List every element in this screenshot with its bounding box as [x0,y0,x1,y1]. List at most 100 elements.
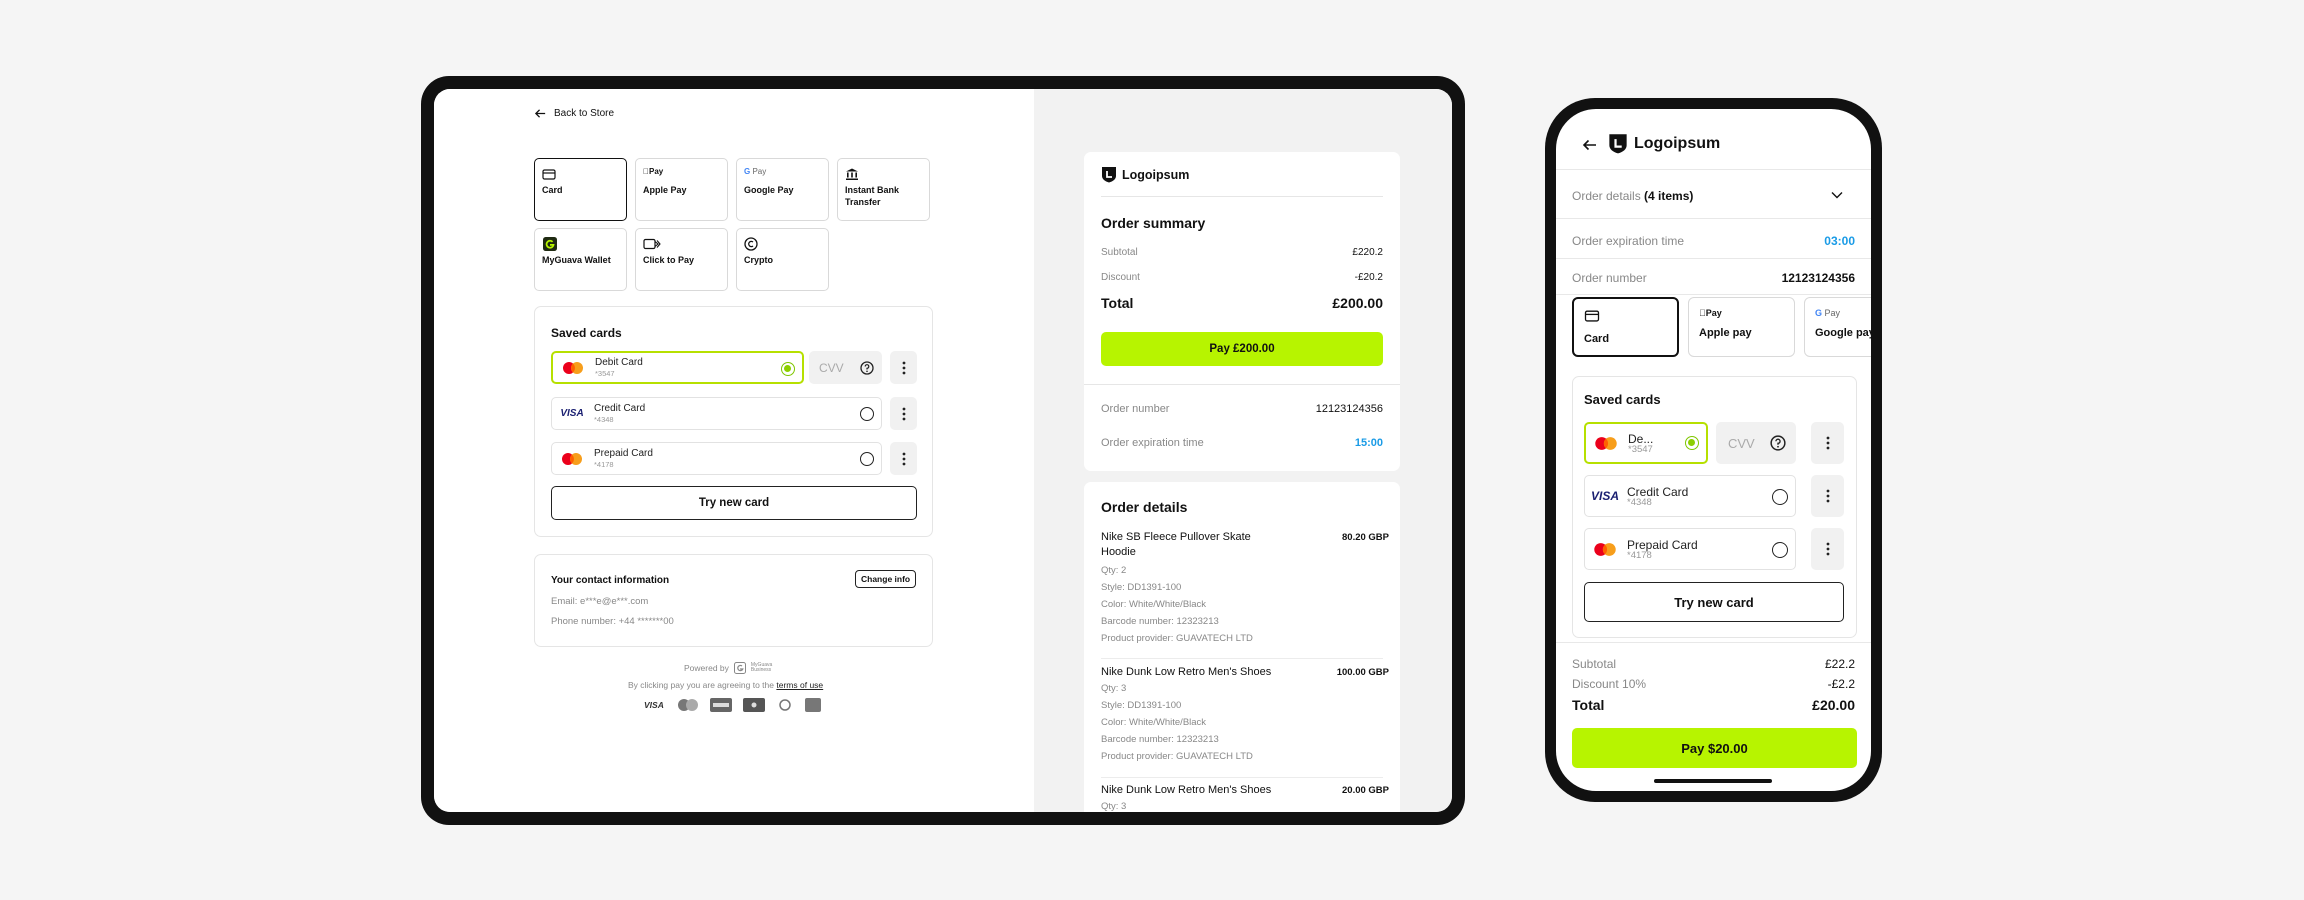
try-new-card-button[interactable]: Try new card [551,486,917,520]
card-number: *4178 [1627,549,1652,561]
card-menu-button[interactable] [1811,475,1844,517]
divider [1101,658,1383,659]
method-myguava-wallet[interactable]: MyGuava Wallet [534,228,627,291]
help-icon[interactable] [1770,435,1786,451]
phone-screen: Logoipsum Order details (4 items) Order … [1556,109,1871,791]
contact-phone: Phone number: +44 *******00 [551,616,674,627]
divider [1101,777,1383,778]
total-value: £200.00 [1332,295,1383,311]
method-card[interactable]: Card [534,158,627,221]
card-name: Debit Card [595,357,643,368]
myguava-business-icon [733,662,746,674]
card-menu-button[interactable] [890,397,917,430]
discover-icon [743,698,765,712]
myguava-icon [543,237,557,251]
card-menu-button[interactable] [1811,422,1844,464]
card-radio[interactable] [860,407,874,421]
change-info-button[interactable]: Change info [855,570,917,588]
mastercard-icon [561,361,585,375]
card-radio-selected[interactable] [781,362,795,376]
item-price: 100.00 GBP [1336,667,1389,678]
item-qty: Qty: 3 [1101,801,1127,812]
subtotal-row: Subtotal £220.2 [1101,247,1383,258]
order-right-pane: Logoipsum Order summary Subtotal £220.2 D… [1034,89,1452,812]
method-apple-pay[interactable]: Pay Apple pay [1688,297,1795,357]
cvv-placeholder: CVV [1728,435,1755,451]
method-label: MyGuava Wallet [542,255,611,265]
powered-brand-2: Business [750,667,772,673]
card-radio[interactable] [1772,489,1788,505]
contact-email: Email: e***e@e***.com [551,596,649,607]
total-row: Total £200.00 [1101,295,1383,311]
cvv-placeholder: CVV [819,360,844,375]
card-menu-button[interactable] [890,351,917,384]
card-menu-button[interactable] [1811,528,1844,570]
google-pay-icon: G Pay [744,167,767,176]
item-qty: Qty: 3 [1101,683,1127,694]
method-click-to-pay[interactable]: Click to Pay [635,228,728,291]
card-radio[interactable] [1772,542,1788,558]
terms-link[interactable]: terms of use [776,680,823,690]
order-number-row: Order number 12123124356 [1101,403,1383,415]
item-barcode: Barcode number: 12323213 [1101,616,1219,627]
more-vertical-icon [902,361,905,374]
subtotal-label: Subtotal [1101,247,1138,258]
method-apple-pay[interactable]: Pay Apple Pay [635,158,728,221]
divider [1101,196,1383,197]
order-number-row: Order number 12123124356 [1572,271,1855,285]
method-label: Google pay [1815,327,1871,339]
method-google-pay[interactable]: G Pay Google Pay [736,158,829,221]
order-details-count: (4 items) [1644,189,1694,203]
total-value: £20.00 [1812,697,1855,713]
method-card[interactable]: Card [1572,297,1679,357]
method-crypto[interactable]: Crypto [736,228,829,291]
brand-name: Logoipsum [1634,134,1721,152]
contact-title: Your contact information [551,575,670,586]
try-new-card-button[interactable]: Try new card [1584,582,1844,622]
method-bank-transfer[interactable]: Instant Bank Transfer [837,158,930,221]
saved-cards-panel: Saved cards De... *3547 CVV VISA Credit C… [1572,376,1857,638]
expiration-row: Order expiration time 15:00 [1101,437,1383,449]
google-pay-icon: G Pay [1815,308,1841,318]
card-number: *4178 [594,460,614,469]
back-to-store-link[interactable]: Back to Store [534,107,614,120]
saved-card-debit[interactable]: Debit Card *3547 [551,351,804,384]
saved-card-debit[interactable]: De... *3547 [1584,422,1708,464]
order-number-value: 12123124356 [1781,271,1855,285]
card-name: De... [1628,431,1654,446]
pay-button[interactable]: Pay $20.00 [1572,728,1857,768]
saved-card-credit[interactable]: VISA Credit Card *4348 [551,397,882,430]
saved-card-prepaid[interactable]: Prepaid Card *4178 [551,442,882,475]
order-summary-card: Logoipsum Order summary Subtotal £220.2 D… [1084,152,1400,471]
crypto-icon [744,237,758,251]
item-price: 20.00 GBP [1342,785,1389,796]
amex-icon [710,698,732,712]
order-details-toggle[interactable]: Order details (4 items) [1572,189,1855,203]
contact-info-panel: Your contact information Change info Ema… [534,554,933,647]
arrow-left-icon [534,109,546,118]
saved-card-prepaid[interactable]: Prepaid Card *4178 [1584,528,1796,570]
divider [1556,258,1871,259]
discount-value: -£20.2 [1354,272,1383,283]
order-number-label: Order number [1572,271,1647,285]
card-radio-selected[interactable] [1685,436,1699,450]
item-provider: Product provider: GUAVATECH LTD [1101,633,1253,644]
pay-button[interactable]: Pay £200.00 [1101,332,1383,366]
discount-row: Discount -£20.2 [1101,272,1383,283]
card-menu-button[interactable] [890,442,917,475]
total-label: Total [1572,697,1605,713]
help-icon[interactable] [860,361,874,375]
saved-cards-panel: Saved cards Debit Card *3547 CVV VISA Cre… [534,306,933,537]
card-number: *3547 [1628,443,1653,455]
home-indicator [1654,779,1772,783]
more-vertical-icon [902,452,905,465]
saved-card-credit[interactable]: VISA Credit Card *4348 [1584,475,1796,517]
method-google-pay[interactable]: G Pay Google pay [1804,297,1871,357]
cvv-input[interactable]: CVV [1716,422,1796,464]
card-number: *3547 [595,369,615,378]
back-arrow-icon[interactable] [1582,137,1598,153]
card-radio[interactable] [860,452,874,466]
cvv-input[interactable]: CVV [809,351,882,384]
apple-pay-icon: Pay [1699,308,1722,318]
discount-row: Discount 10% -£2.2 [1572,677,1855,691]
